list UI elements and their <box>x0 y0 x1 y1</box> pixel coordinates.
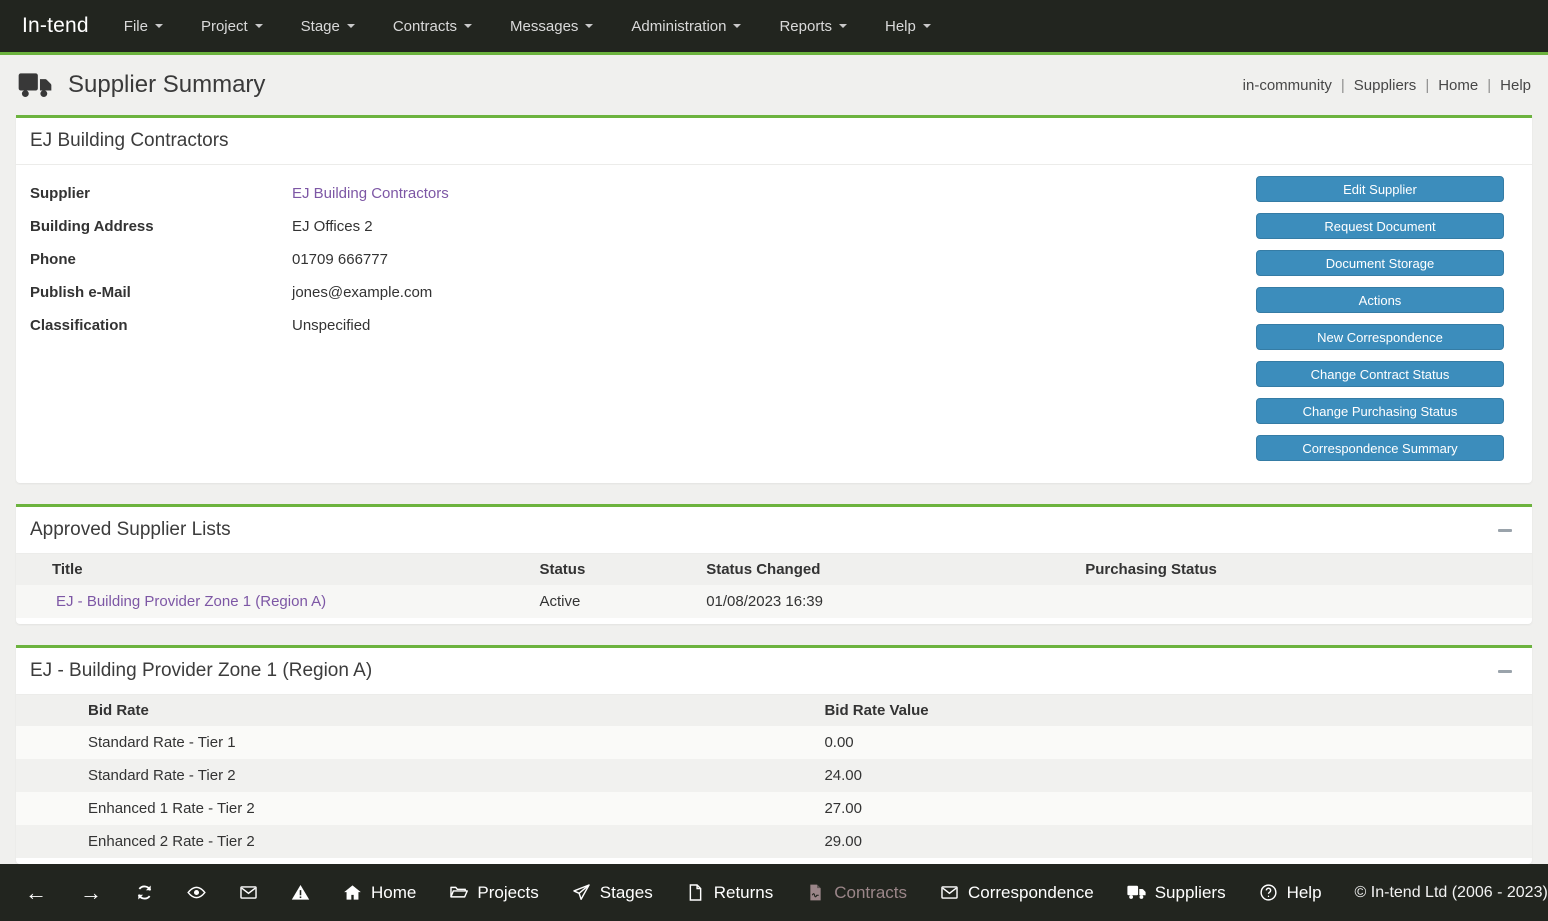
approved-supplier-lists-panel: Approved Supplier Lists Title Status Sta… <box>16 504 1532 624</box>
file-contract-icon <box>806 883 825 902</box>
table-row: Standard Rate - Tier 1 0.00 <box>16 726 1532 759</box>
forward-icon[interactable]: → <box>80 882 102 904</box>
purchasing-status-value <box>1077 585 1532 618</box>
table-row: EJ - Building Provider Zone 1 (Region A)… <box>16 585 1532 618</box>
footer-nav-home[interactable]: Home <box>343 883 416 903</box>
status-value: Active <box>531 585 698 618</box>
truck-icon <box>17 72 53 99</box>
change-purchasing-status-button[interactable]: Change Purchasing Status <box>1256 398 1504 424</box>
breadcrumb-suppliers[interactable]: Suppliers <box>1354 77 1417 94</box>
field-classification: Classification Unspecified <box>30 309 1256 342</box>
footer-nav-returns[interactable]: Returns <box>686 883 774 903</box>
menu-stage[interactable]: Stage <box>282 0 374 54</box>
copyright-text: © In-tend Ltd (2006 - 2023) <box>1355 884 1548 902</box>
breadcrumb-help[interactable]: Help <box>1500 77 1531 94</box>
chevron-down-icon <box>155 24 163 28</box>
menu-help[interactable]: Help <box>866 0 950 54</box>
field-supplier: Supplier EJ Building Contractors <box>30 177 1256 210</box>
paper-plane-icon <box>572 883 591 902</box>
top-navbar: In-tend File Project Stage Contracts Mes… <box>0 0 1548 55</box>
menu-reports[interactable]: Reports <box>760 0 866 54</box>
request-document-button[interactable]: Request Document <box>1256 213 1504 239</box>
chevron-down-icon <box>923 24 931 28</box>
warning-icon[interactable] <box>291 883 310 902</box>
column-header-bid-rate: Bid Rate <box>16 695 816 726</box>
supplier-summary-panel: EJ Building Contractors Supplier EJ Buil… <box>16 115 1532 483</box>
home-icon <box>343 883 362 902</box>
file-icon <box>686 883 705 902</box>
chevron-down-icon <box>347 24 355 28</box>
table-row: Enhanced 2 Rate - Tier 2 29.00 <box>16 825 1532 858</box>
chevron-down-icon <box>839 24 847 28</box>
refresh-icon[interactable] <box>135 883 154 902</box>
folder-open-icon <box>449 883 468 902</box>
chevron-down-icon <box>464 24 472 28</box>
bottom-toolbar: ← → Home P <box>0 864 1548 921</box>
approved-list-link[interactable]: EJ - Building Provider Zone 1 (Region A) <box>56 593 326 610</box>
minus-icon[interactable] <box>1498 670 1512 673</box>
truck-icon <box>1127 883 1146 902</box>
column-header-bid-rate-value: Bid Rate Value <box>816 695 1532 726</box>
bid-rates-panel: EJ - Building Provider Zone 1 (Region A)… <box>16 645 1532 864</box>
approved-supplier-lists-table: Title Status Status Changed Purchasing S… <box>16 554 1532 618</box>
field-phone: Phone 01709 666777 <box>30 243 1256 276</box>
eye-icon[interactable] <box>187 883 206 902</box>
new-correspondence-button[interactable]: New Correspondence <box>1256 324 1504 350</box>
menu-administration[interactable]: Administration <box>612 0 760 54</box>
mail-icon[interactable] <box>239 883 258 902</box>
table-row: Standard Rate - Tier 2 24.00 <box>16 759 1532 792</box>
footer-nav-suppliers[interactable]: Suppliers <box>1127 883 1226 903</box>
supplier-link[interactable]: EJ Building Contractors <box>292 184 449 203</box>
app-brand: In-tend <box>6 14 105 38</box>
panel-title-approved-lists: Approved Supplier Lists <box>30 519 231 541</box>
column-header-purchasing-status: Purchasing Status <box>1077 554 1532 585</box>
footer-nav-correspondence[interactable]: Correspondence <box>940 883 1094 903</box>
status-changed-value: 01/08/2023 16:39 <box>698 585 1077 618</box>
menu-contracts[interactable]: Contracts <box>374 0 491 54</box>
breadcrumb: in-community | Suppliers | Home | Help <box>1243 77 1531 94</box>
chevron-down-icon <box>585 24 593 28</box>
correspondence-summary-button[interactable]: Correspondence Summary <box>1256 435 1504 461</box>
envelope-icon <box>940 883 959 902</box>
page-title: Supplier Summary <box>68 71 265 99</box>
menu-project[interactable]: Project <box>182 0 282 54</box>
footer-nav-help[interactable]: Help <box>1259 883 1322 903</box>
column-header-title: Title <box>16 554 531 585</box>
column-header-status: Status <box>531 554 698 585</box>
menu-messages[interactable]: Messages <box>491 0 612 54</box>
field-building-address: Building Address EJ Offices 2 <box>30 210 1256 243</box>
footer-nav-contracts[interactable]: Contracts <box>806 883 907 903</box>
bid-rates-table: Bid Rate Bid Rate Value Standard Rate - … <box>16 695 1532 858</box>
footer-nav-stages[interactable]: Stages <box>572 883 653 903</box>
back-icon[interactable]: ← <box>25 882 47 904</box>
panel-title-bid-rates: EJ - Building Provider Zone 1 (Region A) <box>30 660 372 682</box>
change-contract-status-button[interactable]: Change Contract Status <box>1256 361 1504 387</box>
panel-title-supplier: EJ Building Contractors <box>30 130 229 152</box>
column-header-status-changed: Status Changed <box>698 554 1077 585</box>
chevron-down-icon <box>255 24 263 28</box>
breadcrumb-home[interactable]: Home <box>1438 77 1478 94</box>
actions-button[interactable]: Actions <box>1256 287 1504 313</box>
page-header: Supplier Summary in-community | Supplier… <box>0 55 1548 115</box>
action-button-column: Edit Supplier Request Document Document … <box>1256 175 1504 461</box>
question-circle-icon <box>1259 883 1278 902</box>
table-row: Enhanced 1 Rate - Tier 2 27.00 <box>16 792 1532 825</box>
document-storage-button[interactable]: Document Storage <box>1256 250 1504 276</box>
breadcrumb-in-community[interactable]: in-community <box>1243 77 1332 94</box>
field-publish-email: Publish e-Mail jones@example.com <box>30 276 1256 309</box>
chevron-down-icon <box>733 24 741 28</box>
minus-icon[interactable] <box>1498 529 1512 532</box>
edit-supplier-button[interactable]: Edit Supplier <box>1256 176 1504 202</box>
menu-file[interactable]: File <box>105 0 182 54</box>
supplier-fields: Supplier EJ Building Contractors Buildin… <box>30 175 1256 461</box>
footer-nav-projects[interactable]: Projects <box>449 883 538 903</box>
